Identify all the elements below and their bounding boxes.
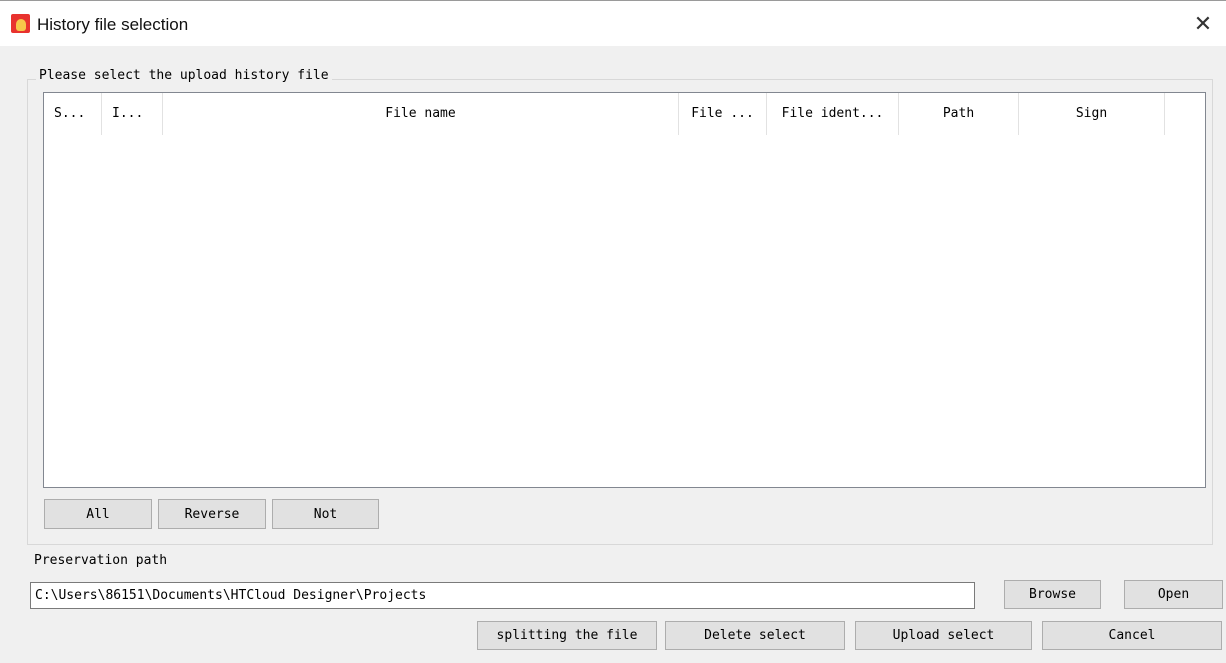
preservation-path-label: Preservation path [34, 553, 168, 568]
split-file-button[interactable]: splitting the file [477, 621, 657, 650]
cancel-button[interactable]: Cancel [1042, 621, 1222, 650]
upload-select-button[interactable]: Upload select [855, 621, 1032, 650]
open-button[interactable]: Open [1124, 580, 1223, 609]
title-bar: History file selection ✕ [0, 0, 1226, 46]
delete-select-button[interactable]: Delete select [665, 621, 845, 650]
column-header-file-identifier[interactable]: File ident... [767, 93, 899, 135]
column-header-s[interactable]: S... [44, 93, 102, 135]
window-title: History file selection [37, 15, 189, 34]
select-all-button[interactable]: All [44, 499, 152, 529]
group-legend: Please select the upload history file [36, 68, 332, 83]
history-file-table[interactable]: S... I... File name File ... File ident.… [43, 92, 1206, 488]
column-header-file-type[interactable]: File ... [679, 93, 767, 135]
column-header-sign[interactable]: Sign [1019, 93, 1165, 135]
table-header: S... I... File name File ... File ident.… [44, 93, 1205, 135]
column-header-i[interactable]: I... [102, 93, 163, 135]
column-header-file-name[interactable]: File name [163, 93, 679, 135]
app-hand-icon [11, 14, 30, 33]
reverse-selection-button[interactable]: Reverse [158, 499, 266, 529]
select-none-button[interactable]: Not [272, 499, 379, 529]
column-header-path[interactable]: Path [899, 93, 1019, 135]
browse-button[interactable]: Browse [1004, 580, 1101, 609]
close-icon[interactable]: ✕ [1180, 9, 1226, 41]
preservation-path-input[interactable] [30, 582, 975, 609]
